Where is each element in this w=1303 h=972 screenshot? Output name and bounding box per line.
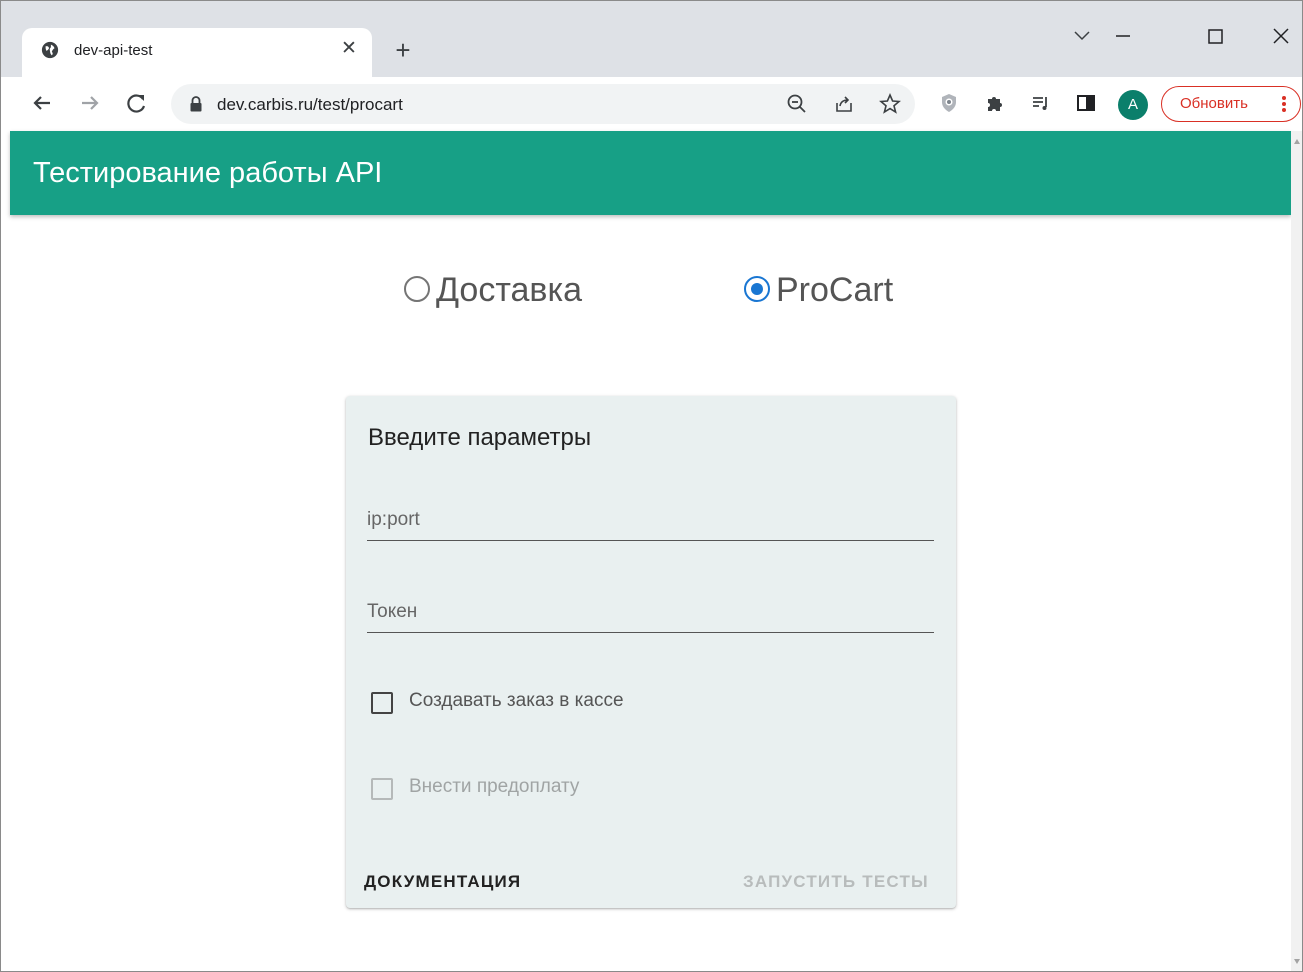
page-title: Тестирование работы API bbox=[33, 157, 383, 189]
bookmark-star-icon[interactable] bbox=[878, 92, 902, 116]
scroll-down-arrow-icon[interactable] bbox=[1294, 959, 1300, 964]
create-order-checkbox[interactable]: Создавать заказ в кассе bbox=[371, 690, 691, 716]
kebab-menu-icon[interactable] bbox=[1277, 92, 1291, 116]
prepay-label: Внести предоплату bbox=[409, 776, 580, 797]
ip-port-field[interactable] bbox=[367, 501, 934, 541]
token-field[interactable] bbox=[367, 593, 934, 633]
tab-title: dev-api-test bbox=[74, 42, 153, 59]
token-input[interactable] bbox=[367, 597, 934, 627]
close-window-icon[interactable] bbox=[1266, 21, 1296, 51]
forward-arrow-icon[interactable] bbox=[76, 89, 104, 117]
globe-icon bbox=[41, 41, 59, 59]
checkbox-unchecked-icon[interactable] bbox=[371, 692, 393, 714]
tab-active[interactable]: dev-api-test ✕ bbox=[22, 28, 372, 77]
share-icon[interactable] bbox=[832, 92, 856, 116]
documentation-button[interactable]: ДОКУМЕНТАЦИЯ bbox=[364, 872, 521, 892]
radio-procart[interactable]: ProCart bbox=[744, 271, 904, 309]
maximize-icon[interactable] bbox=[1200, 21, 1230, 51]
scroll-up-arrow-icon[interactable] bbox=[1294, 139, 1300, 144]
browser-toolbar: dev.carbis.ru/test/procart A Обновить bbox=[1, 77, 1302, 131]
create-order-label: Создавать заказ в кассе bbox=[409, 690, 624, 711]
profile-avatar[interactable]: A bbox=[1118, 90, 1148, 120]
radio-delivery-label: Доставка bbox=[436, 271, 583, 309]
parameters-card: Введите параметры Создавать заказ в касс… bbox=[346, 396, 956, 908]
app-header: Тестирование работы API bbox=[10, 131, 1291, 215]
new-tab-icon[interactable]: + bbox=[390, 37, 416, 63]
checkbox-disabled-icon[interactable] bbox=[371, 778, 393, 800]
url-text: dev.carbis.ru/test/procart bbox=[217, 95, 403, 114]
card-title: Введите параметры bbox=[368, 424, 592, 451]
reload-icon[interactable] bbox=[123, 89, 151, 117]
radio-procart-label: ProCart bbox=[776, 271, 894, 309]
back-arrow-icon[interactable] bbox=[28, 89, 56, 117]
radio-delivery[interactable]: Доставка bbox=[404, 271, 604, 309]
lock-icon bbox=[190, 96, 202, 112]
radio-checked-icon[interactable] bbox=[744, 276, 770, 302]
update-button[interactable]: Обновить bbox=[1161, 86, 1301, 122]
ip-port-input[interactable] bbox=[367, 505, 934, 535]
extensions-puzzle-icon[interactable] bbox=[983, 91, 1007, 115]
browser-window: dev-api-test ✕ + dev.carbis.ru/test/proc… bbox=[0, 0, 1303, 972]
zoom-out-icon[interactable] bbox=[785, 92, 809, 116]
address-bar[interactable]: dev.carbis.ru/test/procart bbox=[171, 84, 915, 124]
tab-strip: dev-api-test ✕ + bbox=[1, 1, 1302, 77]
vertical-scrollbar[interactable] bbox=[1291, 131, 1302, 971]
radio-dot bbox=[751, 283, 763, 295]
shield-extension-icon[interactable] bbox=[937, 91, 961, 115]
run-tests-button[interactable]: ЗАПУСТИТЬ ТЕСТЫ bbox=[743, 872, 929, 892]
minimize-icon[interactable] bbox=[1108, 21, 1138, 51]
side-panel-icon[interactable] bbox=[1074, 91, 1098, 115]
radio-unchecked-icon[interactable] bbox=[404, 276, 430, 302]
tab-close-icon[interactable]: ✕ bbox=[338, 38, 360, 60]
tab-search-chevron-icon[interactable] bbox=[1067, 21, 1097, 51]
update-button-label: Обновить bbox=[1180, 95, 1248, 112]
prepay-checkbox[interactable]: Внести предоплату bbox=[371, 776, 671, 802]
media-controls-icon[interactable] bbox=[1029, 91, 1053, 115]
